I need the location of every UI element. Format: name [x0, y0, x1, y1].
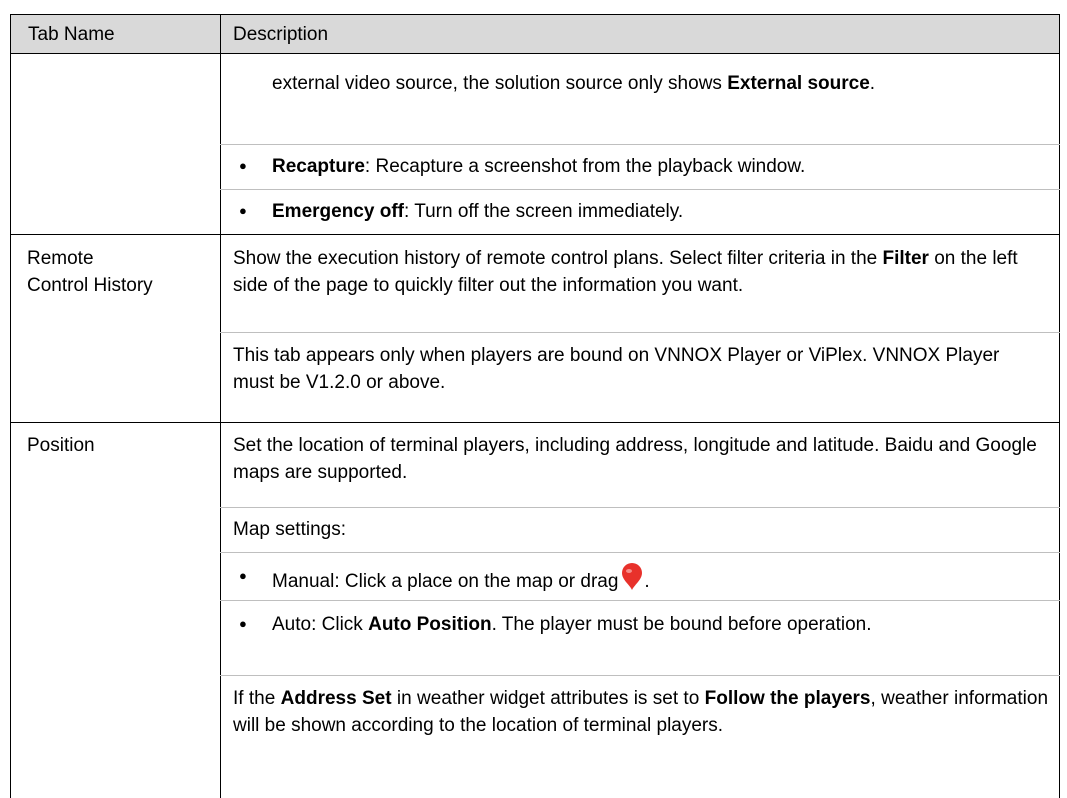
paragraph-divider [220, 332, 1060, 333]
header-description: Description [233, 24, 329, 45]
paragraph-divider [220, 552, 1060, 553]
row1-bullet-recapture: Recapture: Recapture a screenshot from t… [272, 156, 806, 177]
bullet-icon: ● [239, 158, 247, 173]
map-pin-icon [620, 563, 644, 599]
row2-tab-name: Remote Control History [27, 248, 153, 296]
column-divider [220, 14, 221, 798]
row3-bullet-auto: Auto: Click Auto Position. The player mu… [272, 614, 872, 635]
paragraph-divider [220, 675, 1060, 676]
table-header: Tab Name Description [10, 14, 1060, 54]
table-border-left [10, 14, 11, 798]
row1-bullet-emergency-off: Emergency off: Turn off the screen immed… [272, 201, 684, 222]
row-divider [10, 234, 1060, 235]
row-divider [10, 422, 1060, 423]
row3-tab-name: Position [27, 435, 95, 456]
row3-bullet-manual: Manual: Click a place on the map or drag… [272, 563, 1048, 599]
row2-paragraph-2: This tab appears only when players are b… [233, 345, 1000, 393]
row3-paragraph-3: If the Address Set in weather widget att… [233, 688, 1049, 736]
paragraph-divider [220, 189, 1060, 190]
bullet-icon: ● [239, 568, 247, 583]
row3-paragraph-1: Set the location of terminal players, in… [233, 435, 1037, 483]
table-border-right [1059, 14, 1060, 798]
description-table: Tab Name Description external video sour… [10, 0, 1060, 798]
row3-paragraph-2: Map settings: [233, 519, 346, 540]
header-tab-name: Tab Name [28, 24, 115, 45]
paragraph-divider [220, 507, 1060, 508]
row2-paragraph-1: Show the execution history of remote con… [233, 248, 1018, 296]
bullet-icon: ● [239, 616, 247, 631]
paragraph-divider [220, 144, 1060, 145]
row1-continuation-text: external video source, the solution sour… [272, 73, 876, 94]
paragraph-divider [220, 600, 1060, 601]
bullet-icon: ● [239, 203, 247, 218]
